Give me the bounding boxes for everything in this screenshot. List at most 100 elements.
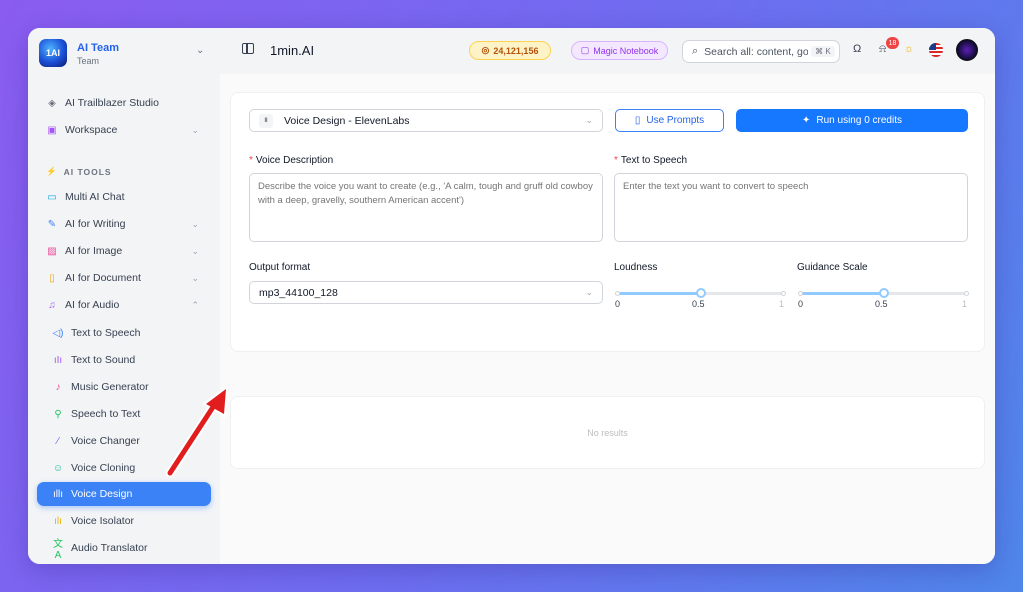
use-prompts-button[interactable]: ▯ Use Prompts: [615, 109, 724, 132]
sidebar-item-ai-trailblazer-studio[interactable]: ◈ AI Trailblazer Studio: [37, 91, 211, 115]
sidebar-toggle-icon[interactable]: [242, 43, 254, 54]
chat-icon: ▭: [47, 191, 57, 203]
sidebar-item-label: Multi AI Chat: [65, 191, 125, 203]
briefcase-icon: ▣: [47, 124, 57, 136]
chevron-up-icon: ⌃: [191, 299, 199, 310]
team-logo: 1AI: [39, 39, 67, 67]
sidebar-item-workspace[interactable]: ▣ Workspace ⌄: [37, 118, 211, 142]
slider-fill: [617, 292, 701, 295]
team-switcher[interactable]: 1AI AI Team Team ⌄: [28, 28, 220, 78]
loudness-label: Loudness: [614, 262, 658, 273]
guidance-scale-slider[interactable]: [798, 288, 969, 298]
search-icon: ⌕: [692, 45, 699, 57]
isolator-icon: ılı: [54, 515, 62, 527]
sidebar-item-label: Text to Sound: [71, 354, 136, 366]
sidebar: Home 1AI AI Team Team ⌄ ◈ AI Trailblazer…: [28, 28, 220, 564]
credits-badge[interactable]: ◎ 24,121,156: [469, 41, 551, 60]
sidebar-item-label: AI for Writing: [65, 218, 126, 230]
wand-icon: ⁄: [57, 435, 59, 447]
top-header: 1min.AI ◎ 24,121,156 ▢ Magic Notebook ⌕ …: [220, 28, 995, 74]
slider-handle[interactable]: [695, 288, 706, 298]
sidebar-item-label: AI for Audio: [65, 299, 120, 311]
slider-mark: [615, 291, 620, 296]
book-icon: ▢: [580, 45, 590, 55]
sidebar-item-label: Workspace: [65, 124, 118, 136]
model-select[interactable]: II Voice Design - ElevenLabs ⌄: [249, 109, 603, 132]
output-format-select[interactable]: mp3_44100_128 ⌄: [249, 281, 603, 304]
translate-icon: 文A: [53, 539, 63, 561]
sidebar-item-text-to-speech[interactable]: ◁) Text to Speech: [37, 321, 211, 345]
voice-design-form: II Voice Design - ElevenLabs ⌄ ▯ Use Pro…: [230, 92, 985, 352]
chevron-down-icon: ⌄: [191, 124, 199, 135]
voice-description-field[interactable]: [249, 173, 603, 242]
magic-notebook-button[interactable]: ▢ Magic Notebook: [571, 41, 668, 60]
slider-mark: [964, 291, 969, 296]
text-to-speech-field[interactable]: [614, 173, 968, 242]
book-icon: ▯: [634, 115, 641, 126]
microphone-icon: ⚲: [54, 408, 62, 420]
sidebar-item-voice-design[interactable]: ıllı Voice Design: [37, 482, 211, 506]
sidebar-item-ai-for-document[interactable]: ▯ AI for Document ⌄: [37, 266, 211, 290]
us-flag-icon[interactable]: [929, 43, 943, 57]
sidebar-item-label: Audio Translator: [71, 542, 148, 554]
guidance-value-label: 0.5: [875, 299, 888, 309]
search-shortcut: ⌘ K: [811, 46, 835, 57]
main-content: II Voice Design - ElevenLabs ⌄ ▯ Use Pro…: [220, 74, 995, 564]
waveform-icon: ıIı: [53, 354, 63, 366]
sidebar-item-label: Text to Speech: [71, 327, 141, 339]
sidebar-item-label: Speech to Text: [71, 408, 141, 420]
speaker-icon: ◁): [52, 327, 64, 339]
document-icon: ▯: [49, 272, 55, 284]
run-button[interactable]: ✦ Run using 0 credits: [736, 109, 968, 132]
bell-icon[interactable]: ⍾: [879, 43, 886, 56]
chevron-down-icon: ⌄: [196, 45, 205, 56]
loudness-slider[interactable]: [615, 288, 786, 298]
headphones-icon[interactable]: Ω: [853, 43, 861, 55]
chevron-down-icon: ⌄: [585, 115, 593, 125]
sidebar-item-ai-for-image[interactable]: ▨ AI for Image ⌄: [37, 239, 211, 263]
team-type: Team: [77, 56, 100, 66]
guidance-min-label: 0: [798, 299, 804, 309]
notification-count-badge: 18: [886, 37, 899, 49]
sidebar-item-label: Voice Isolator: [71, 515, 135, 527]
guidance-scale-label: Guidance Scale: [797, 262, 868, 273]
app-window: Home 1AI AI Team Team ⌄ ◈ AI Trailblazer…: [28, 28, 995, 564]
sidebar-item-ai-for-writing[interactable]: ✎ AI for Writing ⌄: [37, 212, 211, 236]
team-name: AI Team: [77, 42, 119, 54]
page-title: 1min.AI: [270, 43, 315, 58]
chevron-down-icon: ⌄: [191, 272, 199, 283]
sidebar-item-label: AI for Document: [65, 272, 141, 284]
section-label-ai-tools: ⚡ AI TOOLS: [46, 166, 112, 177]
magic-wand-icon: ✦: [802, 115, 811, 126]
chevron-down-icon: ⌄: [585, 287, 593, 297]
sidebar-item-multi-ai-chat[interactable]: ▭ Multi AI Chat: [37, 185, 211, 209]
slider-mark: [798, 291, 803, 296]
chevron-down-icon: ⌄: [191, 245, 199, 256]
text-to-speech-label: * Text to Speech: [614, 155, 688, 166]
layers-icon: ◈: [48, 97, 56, 109]
slider-handle[interactable]: [878, 288, 889, 298]
coin-icon: ◎: [481, 45, 490, 55]
sidebar-item-audio-translator[interactable]: 文A Audio Translator: [37, 536, 211, 561]
sidebar-item-label: AI Trailblazer Studio: [65, 97, 159, 109]
search-input[interactable]: ⌕ Search all: content, go ⌘ K: [682, 40, 840, 63]
voice-description-label: * Voice Description: [249, 155, 334, 166]
sidebar-item-text-to-sound[interactable]: ıIı Text to Sound: [37, 348, 211, 372]
guidance-max-label: 1: [962, 299, 968, 309]
chevron-down-icon: ⌄: [191, 218, 199, 229]
sidebar-item-label: Voice Changer: [71, 435, 140, 447]
audio-lines-icon: ıllı: [53, 488, 63, 500]
sidebar-item-label: AI for Image: [65, 245, 123, 257]
slider-fill: [800, 292, 884, 295]
sun-icon[interactable]: ☼: [904, 43, 914, 55]
loudness-max-label: 1: [779, 299, 785, 309]
sidebar-item-label: Music Generator: [71, 381, 149, 393]
users-icon: ☺: [52, 462, 64, 474]
slider-mark: [781, 291, 786, 296]
pen-icon: ✎: [47, 218, 57, 230]
sidebar-item-ai-for-audio[interactable]: ♫ AI for Audio ⌃: [37, 293, 211, 317]
loudness-value-label: 0.5: [692, 299, 705, 309]
avatar[interactable]: [956, 39, 978, 61]
sidebar-item-voice-isolator[interactable]: ılı Voice Isolator: [37, 509, 211, 533]
music-note-icon: ♪: [55, 381, 61, 393]
